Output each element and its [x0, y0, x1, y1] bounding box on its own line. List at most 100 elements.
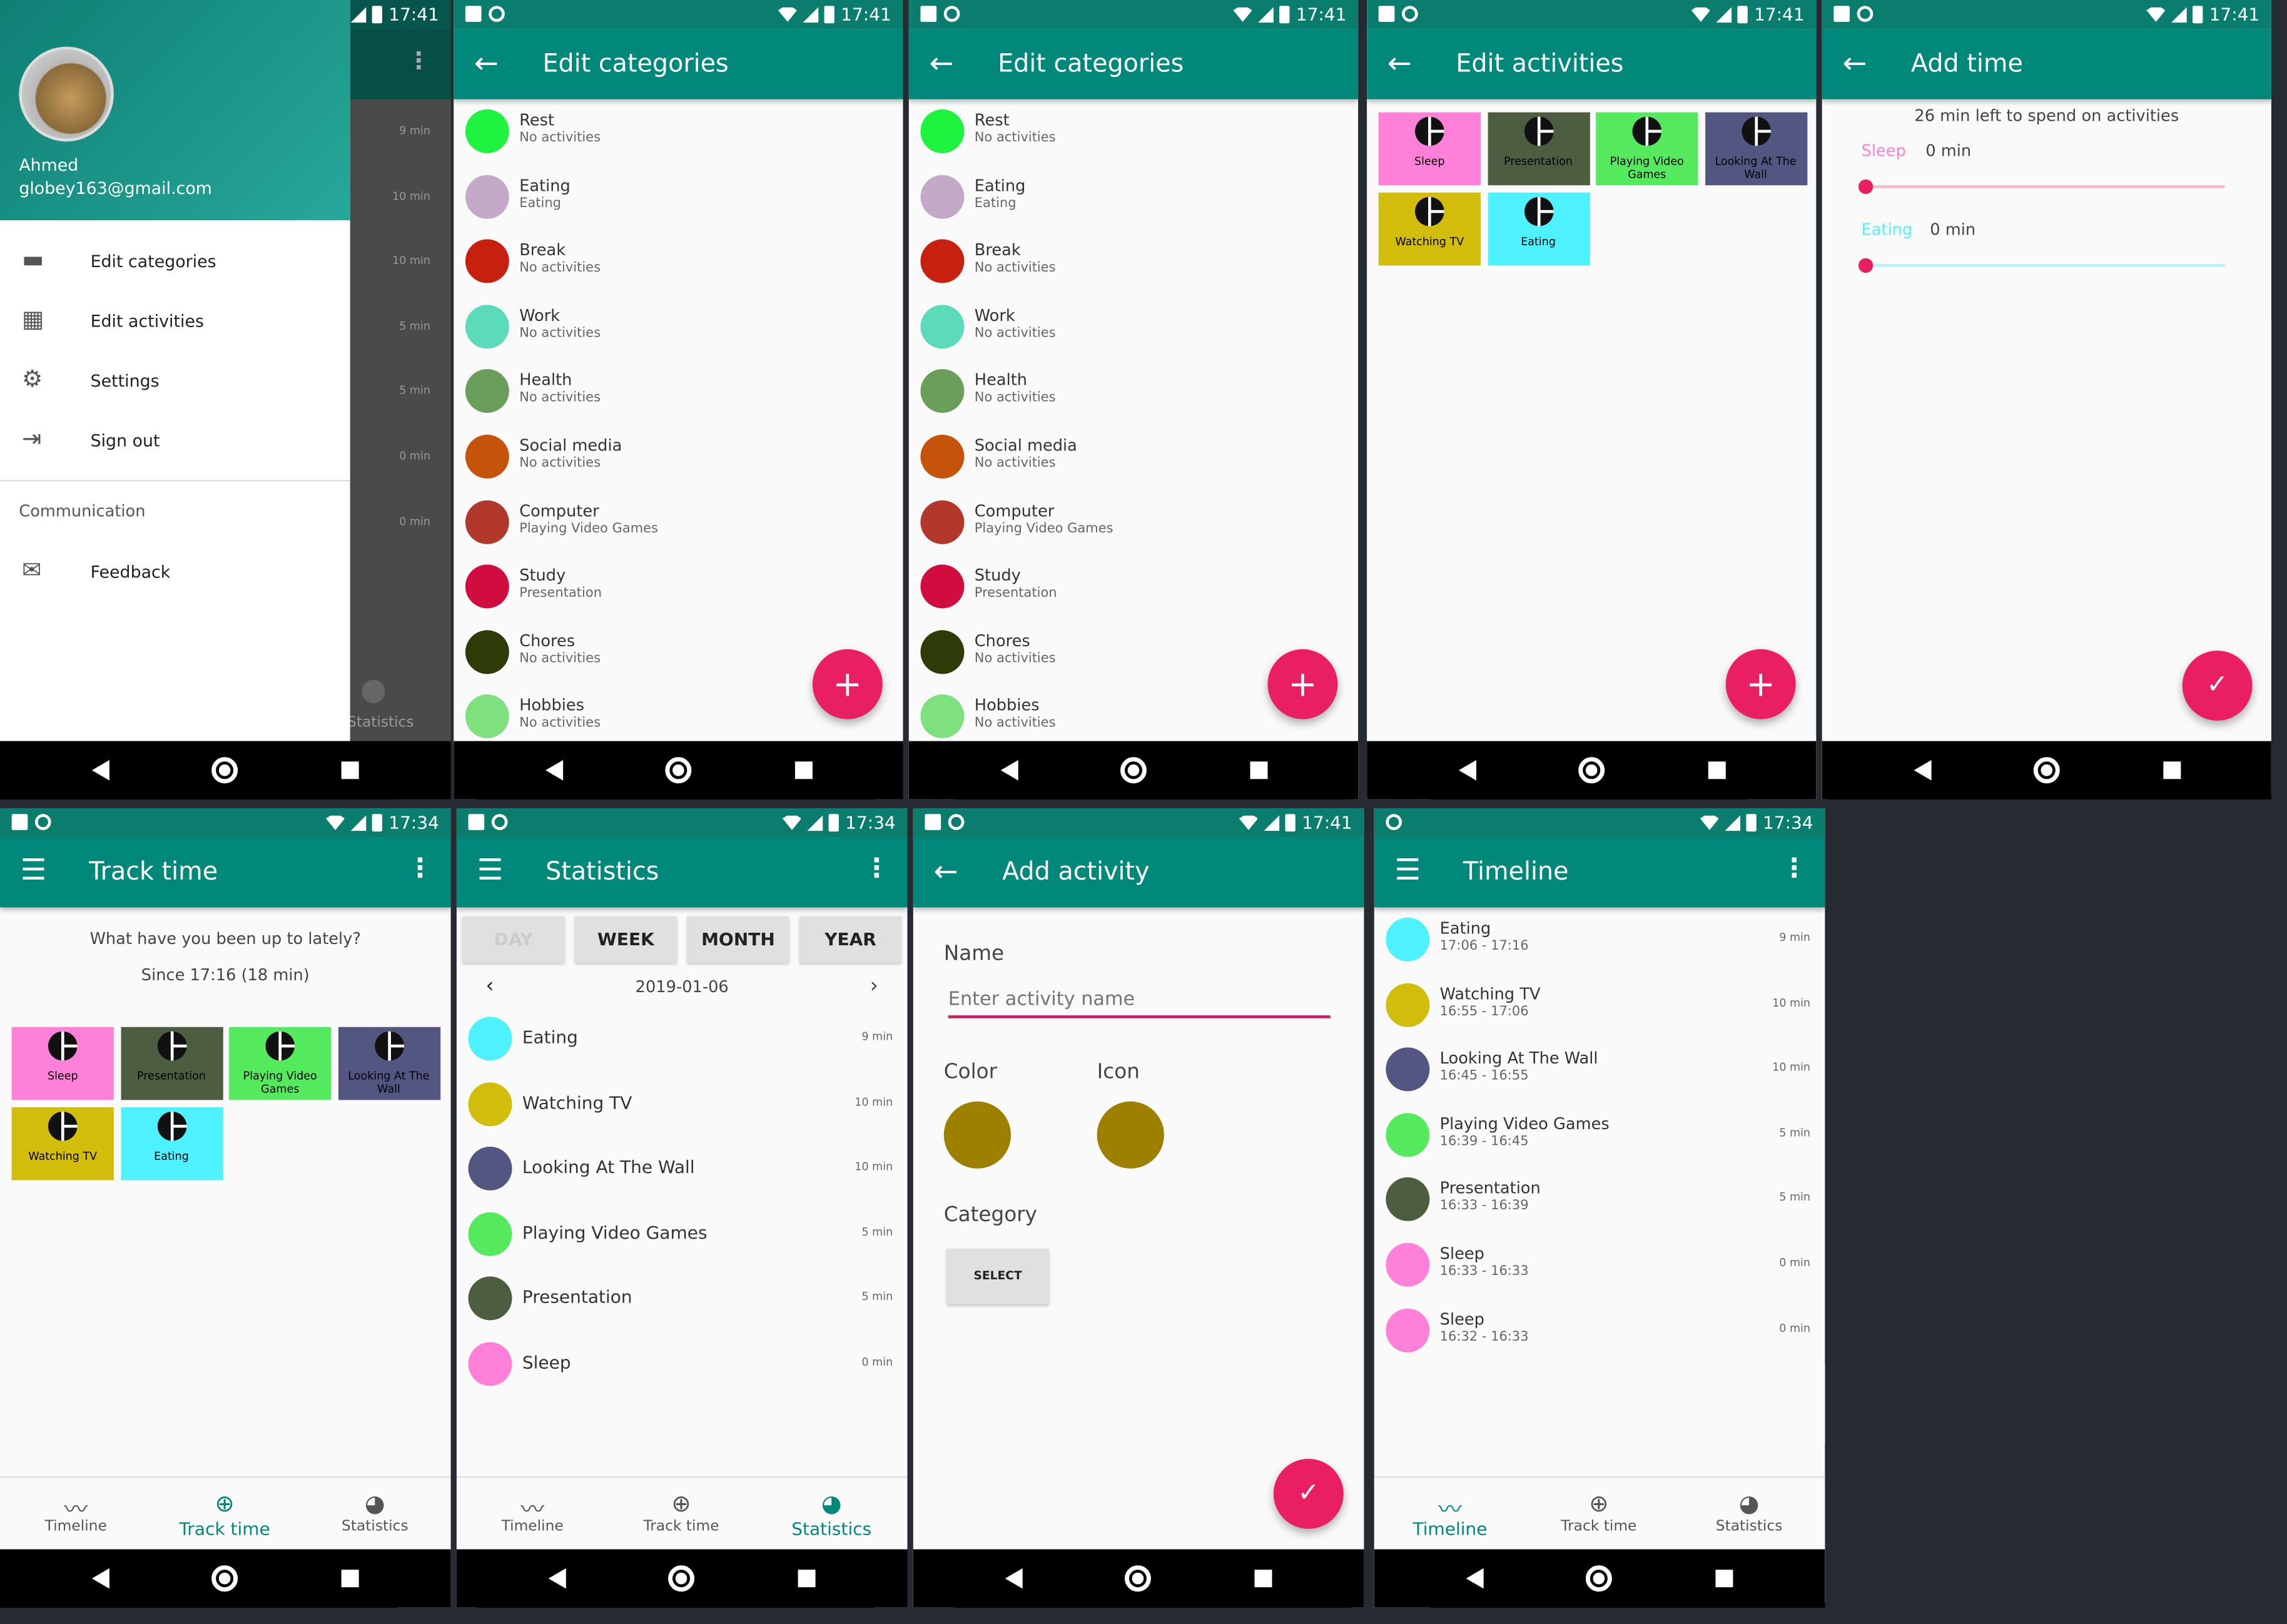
back-nav-icon[interactable]: [545, 759, 564, 781]
timeline-row[interactable]: Sleep 16:33 - 16:33 0 min: [1374, 1233, 1825, 1297]
home-nav-icon[interactable]: [668, 1565, 695, 1592]
back-nav-icon[interactable]: [91, 1568, 109, 1589]
statistics-row[interactable]: Eating 9 min: [457, 1007, 908, 1071]
more-icon[interactable]: ⋮: [407, 853, 434, 884]
back-nav-icon[interactable]: [548, 1568, 566, 1589]
statistics-row[interactable]: Presentation 5 min: [457, 1267, 908, 1331]
recents-nav-icon[interactable]: [1715, 1570, 1733, 1588]
activity-tile[interactable]: Eating: [1487, 192, 1590, 266]
statistics-row[interactable]: Playing Video Games 5 min: [457, 1202, 908, 1266]
category-row[interactable]: Break No activities: [909, 230, 1358, 294]
confirm-button[interactable]: ✓: [2182, 651, 2253, 721]
select-category-button[interactable]: SELECT: [946, 1249, 1049, 1304]
more-icon[interactable]: ⋮: [1781, 853, 1807, 884]
eating-slider[interactable]: [1858, 258, 2225, 273]
sleep-slider[interactable]: [1858, 179, 2225, 195]
category-row[interactable]: Work No activities: [454, 295, 903, 359]
category-row[interactable]: Health No activities: [909, 360, 1358, 424]
back-nav-icon[interactable]: [1005, 1568, 1023, 1589]
drawer-item-feedback[interactable]: ✉ Feedback: [0, 541, 350, 599]
activity-tile[interactable]: Playing Video Games: [229, 1027, 332, 1100]
home-nav-icon[interactable]: [665, 757, 692, 784]
timeline-row[interactable]: Playing Video Games 16:39 - 16:45 5 min: [1374, 1103, 1825, 1167]
tab-statistics[interactable]: ◕ Statistics: [302, 1490, 448, 1535]
timeline-row[interactable]: Eating 17:06 - 17:16 9 min: [1374, 908, 1825, 972]
add-category-button[interactable]: +: [1267, 649, 1338, 719]
activity-tile[interactable]: Watching TV: [11, 1107, 114, 1180]
recents-nav-icon[interactable]: [798, 1570, 816, 1588]
home-nav-icon[interactable]: [1585, 1565, 1612, 1592]
category-row[interactable]: Study Presentation: [909, 555, 1358, 619]
activity-tile[interactable]: Sleep: [1378, 112, 1481, 186]
drawer-item-edit-activities[interactable]: ▦ Edit activities: [0, 290, 350, 348]
activity-tile[interactable]: Presentation: [120, 1027, 223, 1100]
tab-month[interactable]: MONTH: [687, 916, 789, 963]
tab-track-time[interactable]: ⊕ Track time: [1526, 1490, 1671, 1535]
home-nav-icon[interactable]: [211, 757, 238, 784]
category-row[interactable]: Social media No activities: [909, 425, 1358, 489]
drawer-item-settings[interactable]: ⚙ Settings: [0, 350, 350, 409]
timeline-row[interactable]: Presentation 16:33 - 16:39 5 min: [1374, 1168, 1825, 1232]
activity-tile[interactable]: Presentation: [1487, 112, 1590, 186]
recents-nav-icon[interactable]: [1254, 1570, 1272, 1588]
slider-thumb[interactable]: [1858, 179, 1874, 195]
drawer-item-sign-out[interactable]: ⇥ Sign out: [0, 410, 350, 468]
tab-timeline[interactable]: 〰 Timeline: [1377, 1490, 1523, 1539]
home-nav-icon[interactable]: [1578, 757, 1605, 784]
category-row[interactable]: Computer Playing Video Games: [909, 490, 1358, 554]
menu-icon[interactable]: ☰: [1394, 852, 1421, 887]
tab-week[interactable]: WEEK: [574, 916, 677, 963]
save-activity-button[interactable]: ✓: [1273, 1459, 1344, 1529]
tab-statistics[interactable]: ◕ Statistics: [759, 1490, 905, 1539]
activity-tile[interactable]: Looking At The Wall: [337, 1027, 440, 1100]
back-nav-icon[interactable]: [1466, 1568, 1484, 1589]
recents-nav-icon[interactable]: [341, 1570, 359, 1588]
category-row[interactable]: Rest No activities: [909, 99, 1358, 164]
back-arrow-icon[interactable]: ←: [474, 45, 499, 80]
tab-year[interactable]: YEAR: [799, 916, 902, 963]
statistics-row[interactable]: Watching TV 10 min: [457, 1072, 908, 1136]
statistics-row[interactable]: Looking At The Wall 10 min: [457, 1137, 908, 1201]
back-arrow-icon[interactable]: ←: [1387, 45, 1412, 80]
add-category-button[interactable]: +: [812, 649, 883, 719]
menu-icon[interactable]: ☰: [477, 852, 504, 887]
tab-timeline[interactable]: 〰 Timeline: [460, 1490, 606, 1535]
activity-tile[interactable]: Sleep: [11, 1027, 114, 1100]
category-row[interactable]: Social media No activities: [454, 425, 903, 489]
add-activity-button[interactable]: +: [1725, 649, 1796, 719]
activity-tile[interactable]: Playing Video Games: [1596, 112, 1698, 186]
home-nav-icon[interactable]: [211, 1565, 238, 1592]
activity-tile[interactable]: Watching TV: [1378, 192, 1481, 266]
statistics-row[interactable]: Sleep 0 min: [457, 1332, 908, 1396]
category-row[interactable]: Eating Eating: [454, 165, 903, 229]
category-row[interactable]: Study Presentation: [454, 555, 903, 619]
next-date-icon[interactable]: ›: [870, 975, 878, 998]
timeline-row[interactable]: Looking At The Wall 16:45 - 16:55 10 min: [1374, 1037, 1825, 1102]
tab-track-time[interactable]: ⊕ Track time: [152, 1490, 298, 1539]
home-nav-icon[interactable]: [2033, 757, 2060, 784]
menu-icon[interactable]: ☰: [21, 852, 47, 887]
tab-day[interactable]: DAY: [462, 916, 565, 963]
back-arrow-icon[interactable]: ←: [929, 45, 953, 80]
recents-nav-icon[interactable]: [1708, 761, 1726, 779]
back-nav-icon[interactable]: [1000, 759, 1018, 781]
category-row[interactable]: Work No activities: [909, 295, 1358, 359]
tab-statistics[interactable]: ◕ Statistics: [1676, 1490, 1822, 1535]
drawer-item-edit-categories[interactable]: ▬ Edit categories: [0, 230, 350, 288]
timeline-row[interactable]: Sleep 16:32 - 16:33 0 min: [1374, 1298, 1825, 1363]
activity-tile[interactable]: Eating: [120, 1107, 223, 1180]
tab-timeline[interactable]: 〰 Timeline: [3, 1490, 149, 1535]
back-arrow-icon[interactable]: ←: [1842, 45, 1867, 80]
recents-nav-icon[interactable]: [1250, 761, 1268, 779]
color-picker[interactable]: [943, 1101, 1012, 1169]
more-icon[interactable]: ⋮: [864, 853, 890, 884]
activity-tile[interactable]: Looking At The Wall: [1704, 112, 1807, 186]
avatar[interactable]: [19, 46, 114, 142]
category-row[interactable]: Health No activities: [454, 360, 903, 424]
back-nav-icon[interactable]: [1914, 759, 1932, 781]
back-nav-icon[interactable]: [91, 759, 109, 781]
recents-nav-icon[interactable]: [341, 761, 359, 779]
recents-nav-icon[interactable]: [794, 761, 813, 779]
category-row[interactable]: Eating Eating: [909, 165, 1358, 229]
category-row[interactable]: Break No activities: [454, 230, 903, 294]
